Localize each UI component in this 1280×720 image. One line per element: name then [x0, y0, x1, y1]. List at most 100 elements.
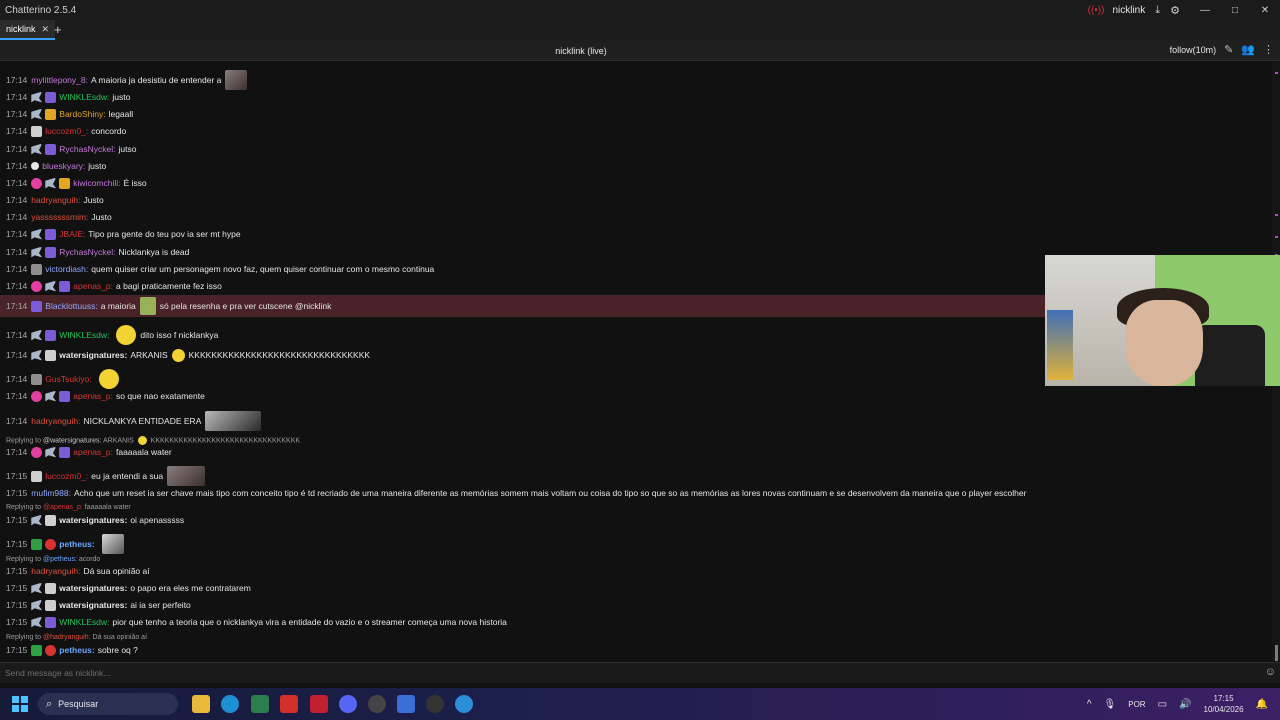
username[interactable]: GusTsukiyo: [45, 374, 91, 384]
maximize-button[interactable]: □ [1220, 5, 1250, 16]
app-icon[interactable] [251, 695, 269, 713]
username[interactable]: petheus: [59, 539, 94, 549]
username[interactable]: hadryanguih: [31, 566, 80, 576]
username[interactable]: blueskyary: [42, 161, 85, 171]
emote-image [101, 534, 124, 554]
emote-picker-icon[interactable]: ☺ [1265, 666, 1276, 678]
chatterino-icon[interactable] [455, 695, 473, 713]
chat-message[interactable]: 17:14 kiwicomchili: É isso [6, 175, 147, 191]
username[interactable]: victordiash: [45, 264, 88, 274]
microphone-icon[interactable]: 🎙 [1104, 699, 1117, 710]
username[interactable]: watersignatures: [59, 600, 127, 610]
start-button[interactable] [12, 696, 28, 712]
username[interactable]: luccozm0_: [45, 126, 88, 136]
chat-message[interactable]: 17:14 mylittlepony_8: A maioria ja desis… [6, 70, 251, 90]
username[interactable]: mufim988: [31, 488, 71, 498]
chat-message[interactable]: 17:14 luccozm0_: concordo [6, 123, 126, 139]
account-switcher[interactable]: nicklink [1112, 5, 1145, 16]
scrollbar-thumb[interactable] [1275, 645, 1278, 661]
app-icon[interactable] [426, 695, 444, 713]
minimize-button[interactable]: — [1190, 5, 1220, 16]
chat-message[interactable]: 17:14 apenas_p: faaaaala water [6, 444, 172, 460]
chat-message[interactable]: 17:14 blueskyary: justo [6, 158, 106, 174]
username[interactable]: WINKLEsdw: [59, 617, 109, 627]
chat-message[interactable]: 17:14 hadryanguih: Justo [6, 192, 104, 208]
gear-icon[interactable]: ⚙ [1170, 4, 1180, 17]
chat-message[interactable]: 17:15 luccozm0_: eu ja entendi a sua [6, 466, 209, 486]
username[interactable]: hadryanguih: [31, 416, 80, 426]
chat-message[interactable]: 17:14 JBAIE: Tipo pra gente do teu pov i… [6, 226, 241, 242]
chat-message[interactable]: 17:14 apenas_p: a bagi praticamente fez … [6, 278, 222, 294]
app-icon[interactable] [397, 695, 415, 713]
username[interactable]: watersignatures: [59, 583, 127, 593]
message-input[interactable]: Send message as nicklink... ☺ [0, 662, 1280, 683]
network-icon[interactable]: ▭ [1158, 699, 1167, 710]
username[interactable]: hadryanguih: [31, 195, 80, 205]
chat-message[interactable]: 17:15 petheus: [6, 534, 128, 554]
edge-browser-icon[interactable] [221, 695, 239, 713]
channel-title[interactable]: nicklink (live) [0, 46, 1162, 56]
username[interactable]: RychasNyckel: [59, 247, 115, 257]
app-icon[interactable] [310, 695, 328, 713]
tab-nicklink[interactable]: nicklink ✕ [0, 20, 56, 40]
chevron-up-icon[interactable]: ^ [1087, 699, 1092, 710]
username[interactable]: kiwicomchili: [73, 178, 120, 188]
username[interactable]: apenas_p: [73, 281, 113, 291]
username[interactable]: watersignatures: [59, 350, 127, 360]
username[interactable]: yasssssssmim: [31, 212, 88, 222]
username[interactable]: apenas_p: [73, 447, 113, 457]
username[interactable]: mylittlepony_8: [31, 75, 88, 85]
discord-icon[interactable] [339, 695, 357, 713]
chat-message[interactable]: 17:14 watersignatures: ARKANIS KKKKKKKKK… [6, 347, 370, 363]
app-icon[interactable] [280, 695, 298, 713]
username[interactable]: watersignatures: [59, 515, 127, 525]
chat-message[interactable]: 17:15 watersignatures: ai ia ser perfeit… [6, 597, 191, 613]
chat-message-mention[interactable]: 17:14 Blacklottuuss: a maioria só pela r… [6, 297, 331, 315]
timestamp: 17:14 [6, 92, 28, 102]
username[interactable]: Blacklottuuss: [45, 301, 97, 311]
follow-mode-label[interactable]: follow(10m) [1170, 45, 1217, 55]
timestamp: 17:14 [6, 447, 28, 457]
app-icon[interactable] [368, 695, 386, 713]
volume-icon[interactable]: 🔊 [1179, 699, 1191, 710]
chat-message[interactable]: 17:14 RychasNyckel: Nicklankya is dead [6, 244, 189, 260]
chat-message[interactable]: 17:14 RychasNyckel: jutso [6, 141, 136, 157]
more-options-icon[interactable]: ⋮ [1263, 43, 1274, 56]
chat-message[interactable]: 17:14 hadryanguih: NICKLANKYA ENTIDADE E… [6, 411, 265, 431]
username[interactable]: BardoShiny: [59, 109, 105, 119]
username[interactable]: WINKLEsdw: [59, 92, 109, 102]
language-indicator[interactable]: POR [1128, 700, 1145, 709]
chat-message[interactable]: 17:14 victordiash: quem quiser criar um … [6, 261, 434, 277]
username[interactable]: WINKLEsdw: [59, 330, 109, 340]
close-tab-icon[interactable]: ✕ [42, 24, 50, 35]
username[interactable]: petheus: [59, 645, 94, 655]
chat-message[interactable]: 17:15 hadryanguih: Dá sua opinião aí [6, 563, 150, 579]
chat-message[interactable]: 17:14 WINKLEsdw: dito isso f nicklankya [6, 325, 218, 345]
add-tab-icon[interactable]: + [54, 22, 62, 37]
chat-message[interactable]: 17:15 petheus: sobre oq ? [6, 642, 138, 658]
timestamp: 17:14 [6, 416, 28, 426]
username[interactable]: JBAIE: [59, 229, 85, 239]
chat-message[interactable]: 17:14 apenas_p: so que nao exatamente [6, 388, 205, 404]
chat-message[interactable]: 17:15 watersignatures: o papo era eles m… [6, 580, 251, 596]
update-download-icon[interactable]: ⤓ [1155, 4, 1160, 17]
chat-message[interactable]: 17:15 watersignatures: oi apenasssss [6, 512, 184, 528]
chat-message[interactable]: 17:14 WINKLEsdw: justo [6, 89, 130, 105]
username[interactable]: RychasNyckel: [59, 144, 115, 154]
reply-text: faaaaala water [84, 504, 131, 511]
username[interactable]: luccozm0_: [45, 471, 88, 481]
chat-message[interactable]: 17:15 WINKLEsdw: pior que tenho a teoria… [6, 614, 507, 630]
viewers-icon[interactable]: 👥 [1241, 43, 1255, 56]
notifications-icon[interactable]: 🔔 [1256, 699, 1268, 710]
chat-message[interactable]: 17:14 GusTsukiyo: [6, 369, 123, 389]
chat-message[interactable]: 17:15 mufim988: Acho que um reset ia ser… [6, 485, 1026, 501]
chat-message[interactable]: 17:14 BardoShiny: legaall [6, 106, 133, 122]
taskbar-search[interactable]: ⌕ Pesquisar [38, 693, 178, 715]
close-window-button[interactable]: ✕ [1250, 5, 1280, 16]
message-text: a maioria [100, 301, 136, 311]
edit-icon[interactable]: ✎ [1224, 43, 1233, 56]
chat-message[interactable]: 17:14 yasssssssmim: Justo [6, 209, 112, 225]
file-explorer-icon[interactable] [192, 695, 210, 713]
clock[interactable]: 17:15 10/04/2026 [1204, 693, 1244, 715]
username[interactable]: apenas_p: [73, 391, 113, 401]
